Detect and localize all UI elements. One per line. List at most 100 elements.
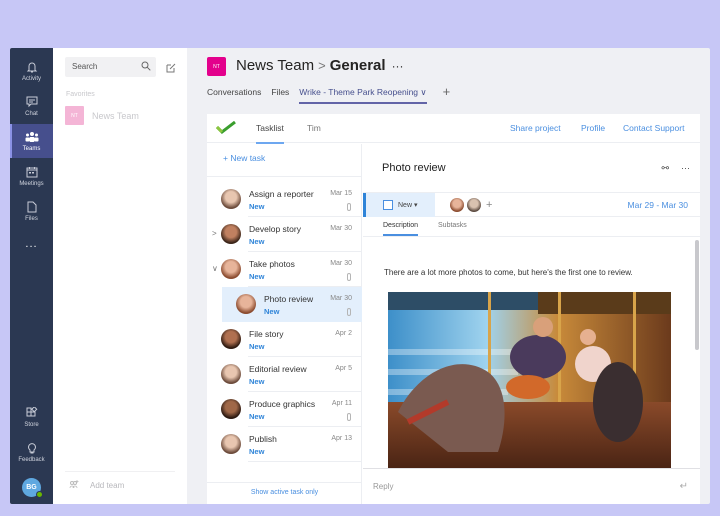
share-project-link[interactable]: Share project [510,123,561,133]
expand-caret-icon[interactable]: ∨ [212,264,218,273]
search-input[interactable]: Search [65,57,156,77]
task-name: Produce graphics [249,399,316,409]
new-task-button[interactable]: + New task [223,153,265,163]
task-name: Develop story [249,224,301,234]
task-row[interactable]: Assign a reporter New Mar 15 [207,182,362,217]
status-dropdown[interactable]: New ▾ [363,193,435,217]
attachment-icon [347,413,351,421]
wrike-logo-icon [215,120,236,140]
rail-item-feedback[interactable]: Feedback [10,435,53,469]
tab-files[interactable]: Files [271,87,289,104]
task-name: Assign a reporter [249,189,314,199]
task-status: New [249,202,265,211]
complete-checkbox[interactable] [383,200,393,210]
attachment-icon [347,308,351,316]
calendar-icon [25,165,39,179]
task-row[interactable]: ∨ Take photos New Mar 30 [207,252,362,287]
task-status: New [249,447,265,456]
tab-wrike[interactable]: Wrike - Theme Park Reopening ∨ [299,87,427,104]
user-avatar[interactable]: BG [22,478,43,498]
add-team-icon [69,480,79,491]
contact-support-link[interactable]: Contact Support [623,123,684,133]
task-row[interactable]: > Develop story New Mar 30 [207,217,362,252]
task-date: Apr 11 [331,400,352,407]
assignee-avatar [221,329,241,349]
task-list: + New task Assign a reporter New Mar 15 > De… [207,144,362,504]
more-options-icon[interactable]: ··· [681,163,690,174]
add-tab-button[interactable]: + [443,84,451,104]
assignee-avatar[interactable] [467,198,481,212]
task-title: Photo review [382,162,446,174]
more-options-icon[interactable]: ··· [392,59,404,73]
detail-actions: ⚯ ··· [661,163,690,174]
assignee-avatar [221,434,241,454]
task-date: Mar 15 [330,190,352,197]
app-rail: Activity Chat Teams Meetings Files ... S… [10,48,53,504]
rail-item-activity[interactable]: Activity [10,54,53,88]
carousel-photo[interactable] [388,292,671,468]
detail-tabs: Description Subtasks [383,222,487,236]
rail-item-chat[interactable]: Chat [10,89,53,123]
store-icon [25,406,39,420]
task-name: Editorial review [249,364,307,374]
rail-item-store[interactable]: Store [10,400,53,434]
channel-team-badge: NT [207,57,226,76]
lightbulb-icon [25,441,39,455]
task-status: New [249,377,265,386]
tab-description[interactable]: Description [383,222,419,236]
tab-tim[interactable]: Tim [307,123,321,133]
tab-subtasks[interactable]: Subtasks [438,222,467,236]
enter-icon[interactable]: ↵ [680,481,688,492]
rail-label: Teams [22,146,41,152]
rail-item-meetings[interactable]: Meetings [10,159,53,193]
task-date: Mar 30 [330,260,352,267]
task-row[interactable]: Publish New Apr 13 [207,427,362,462]
date-range[interactable]: Mar 29 - Mar 30 [628,200,688,210]
task-description: There are a lot more photos to come, but… [384,268,633,277]
breadcrumb-separator: > [318,58,326,73]
team-item-news-team[interactable]: NT News Team [65,106,139,125]
more-icon: ... [25,238,38,250]
attachment-icon [347,203,351,211]
assignee-avatar [236,294,256,314]
task-row[interactable]: Photo review New Mar 30 [222,287,362,322]
compose-icon[interactable] [166,60,176,78]
rail-label: Store [24,422,39,428]
search-icon [141,61,151,73]
task-row[interactable]: Produce graphics New Apr 11 [207,392,362,427]
show-active-toggle[interactable]: Show active task only [207,482,362,504]
channel-title: News Team > General ··· [236,57,404,74]
file-icon [25,200,39,214]
team-name: News Team [92,110,139,121]
reply-input[interactable]: Reply ↵ [363,468,700,504]
link-icon[interactable]: ⚯ [661,163,669,174]
assignee-avatar [221,189,241,209]
add-team-button[interactable]: Add team [69,480,124,491]
rail-item-more[interactable]: ... [10,226,53,260]
status-label: New ▾ [398,202,418,209]
tab-tasklist[interactable]: Tasklist [256,123,284,144]
tab-conversations[interactable]: Conversations [207,87,261,104]
app-toolbar: Tasklist Tim Share project Profile Conta… [207,114,700,144]
expand-caret-icon[interactable]: > [212,229,217,238]
assignee-avatar[interactable] [450,198,464,212]
presence-available-icon [36,491,43,498]
task-row[interactable]: File story New Apr 2 [207,322,362,357]
rail-item-teams[interactable]: Teams [10,124,53,158]
task-name: Photo review [264,294,314,304]
detail-scrollbar[interactable] [695,240,699,350]
rail-item-files[interactable]: Files [10,194,53,228]
divider [248,461,362,462]
add-team-label: Add team [90,481,125,490]
task-status: New [249,237,265,246]
add-assignee-button[interactable]: + [486,199,492,211]
task-date: Mar 30 [330,295,352,302]
task-row[interactable]: Editorial review New Apr 5 [207,357,362,392]
profile-link[interactable]: Profile [581,123,605,133]
task-status: New [249,342,265,351]
teams-panel: Search Favorites NT News Team Add team [53,48,187,504]
channel-tabs: Conversations Files Wrike - Theme Park R… [207,84,451,104]
assignee-avatar [221,259,241,279]
favorites-label: Favorites [66,91,95,98]
chat-icon [25,95,39,109]
